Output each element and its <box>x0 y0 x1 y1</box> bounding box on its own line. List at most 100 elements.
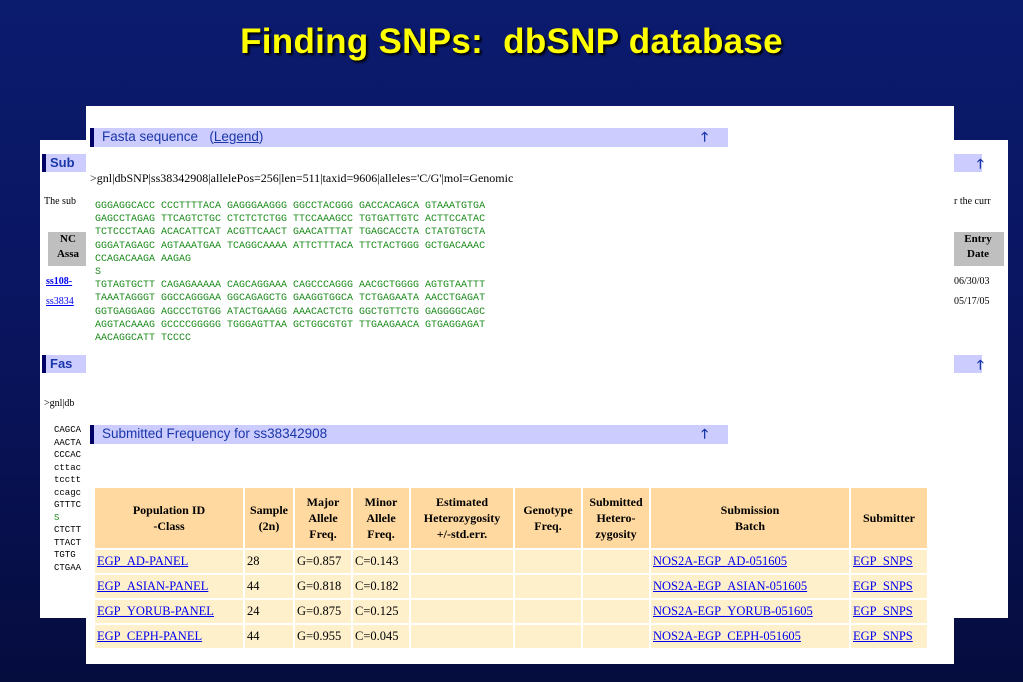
minor-allele-cell: C=0.045 <box>353 625 409 648</box>
sample-cell: 44 <box>245 625 293 648</box>
submitter-link[interactable]: EGP_SNPS <box>853 604 913 618</box>
back-row-link[interactable]: ss108- <box>46 276 72 287</box>
arrow-up-icon[interactable]: 🡑 <box>701 128 708 150</box>
population-link[interactable]: EGP_CEPH-PANEL <box>97 629 202 643</box>
arrow-up-icon[interactable]: 🡑 <box>977 155 984 177</box>
snp-allele-marker: S <box>95 267 102 279</box>
genotype-cell <box>515 625 581 648</box>
submitter-link[interactable]: EGP_SNPS <box>853 579 913 593</box>
back-description-start: The sub <box>44 196 76 207</box>
fasta-header-line: >gnl|dbSNP|ss38342908|allelePos=256|len=… <box>90 171 514 185</box>
population-link[interactable]: EGP_ASIAN-PANEL <box>97 579 208 593</box>
arrow-up-icon[interactable]: 🡑 <box>977 356 984 378</box>
back-fasta-header: >gnl|db <box>44 398 75 409</box>
population-cell[interactable]: EGP_ASIAN-PANEL <box>95 575 243 598</box>
het-cell <box>411 600 513 623</box>
submitted-het-cell <box>583 550 649 573</box>
sequence-line: TCTCCCTAAG ACACATTCAT ACGTTCAACT GAACATT… <box>95 227 486 239</box>
back-row-link[interactable]: ss3834 <box>46 296 74 307</box>
sample-cell: 24 <box>245 600 293 623</box>
population-cell[interactable]: EGP_AD-PANEL <box>95 550 243 573</box>
genotype-cell <box>515 550 581 573</box>
het-cell <box>411 550 513 573</box>
submitter-cell[interactable]: EGP_SNPS <box>851 575 927 598</box>
submitter-cell[interactable]: EGP_SNPS <box>851 625 927 648</box>
sequence-line: GGGATAGAGC AGTAAATGAA TCAGGCAAAA ATTCTTT… <box>95 240 486 252</box>
fasta-sequence: GGGAGGCACC CCCTTTTACA GAGGGAAGGG GGCCTAC… <box>95 200 485 345</box>
submitter-cell[interactable]: EGP_SNPS <box>851 600 927 623</box>
batch-link[interactable]: NOS2A-EGP_AD-051605 <box>653 554 787 568</box>
sample-cell: 28 <box>245 550 293 573</box>
submitter-link[interactable]: EGP_SNPS <box>853 629 913 643</box>
table-row: EGP_AD-PANEL 28 G=0.857 C=0.143 NOS2A-EG… <box>95 550 927 573</box>
batch-cell[interactable]: NOS2A-EGP_ASIAN-051605 <box>651 575 849 598</box>
col-header-major-allele: Major Allele Freq. <box>295 488 351 548</box>
sequence-line: AACAGGCATT TCCCC <box>95 333 192 345</box>
frequency-section-bar: Submitted Frequency for ss38342908 🡑 <box>90 425 728 444</box>
minor-allele-cell: C=0.143 <box>353 550 409 573</box>
slide-title: Finding SNPs: dbSNP database <box>240 22 783 61</box>
major-allele-cell: G=0.818 <box>295 575 351 598</box>
major-allele-cell: G=0.955 <box>295 625 351 648</box>
submitted-het-cell <box>583 600 649 623</box>
batch-link[interactable]: NOS2A-EGP_CEPH-051605 <box>653 629 801 643</box>
batch-cell[interactable]: NOS2A-EGP_CEPH-051605 <box>651 625 849 648</box>
population-cell[interactable]: EGP_CEPH-PANEL <box>95 625 243 648</box>
sequence-line: TAAATAGGGT GGCCAGGGAA GGCAGAGCTG GAAGGTG… <box>95 293 486 305</box>
col-header-population: Population ID -Class <box>95 488 243 548</box>
table-row: EGP_ASIAN-PANEL 44 G=0.818 C=0.182 NOS2A… <box>95 575 927 598</box>
het-cell <box>411 625 513 648</box>
col-header-sample: Sample (2n) <box>245 488 293 548</box>
frequency-section-title: Submitted Frequency for ss38342908 <box>102 426 328 441</box>
sequence-line: CCAGACAAGA AAGAG <box>95 253 192 265</box>
genotype-cell <box>515 575 581 598</box>
table-row: EGP_YORUB-PANEL 24 G=0.875 C=0.125 NOS2A… <box>95 600 927 623</box>
col-header-minor-allele: Minor Allele Freq. <box>353 488 409 548</box>
population-link[interactable]: EGP_YORUB-PANEL <box>97 604 214 618</box>
sequence-line: GGGAGGCACC CCCTTTTACA GAGGGAAGGG GGCCTAC… <box>95 201 486 212</box>
arrow-up-icon[interactable]: 🡑 <box>701 425 708 447</box>
sample-cell: 44 <box>245 575 293 598</box>
front-page-window: Fasta sequence (Legend) 🡑 >gnl|dbSNP|ss3… <box>86 106 954 664</box>
sequence-line: AGGTACAAAG GCCCCGGGGG TGGGAGTTAA GCTGGCG… <box>95 319 486 331</box>
batch-cell[interactable]: NOS2A-EGP_YORUB-051605 <box>651 600 849 623</box>
col-header-heterozygosity: Estimated Heterozygosity +/-std.err. <box>411 488 513 548</box>
batch-link[interactable]: NOS2A-EGP_ASIAN-051605 <box>653 579 807 593</box>
col-header-genotype: Genotype Freq. <box>515 488 581 548</box>
fasta-section-title: Fasta sequence (Legend) <box>102 129 264 144</box>
back-section-marker <box>42 154 46 172</box>
fasta-section-bar: Fasta sequence (Legend) 🡑 <box>90 128 728 147</box>
submitter-cell[interactable]: EGP_SNPS <box>851 550 927 573</box>
col-header-submitted-het: Submitted Hetero-zygosity <box>583 488 649 548</box>
back-section-title: Sub <box>50 155 75 170</box>
het-cell <box>411 575 513 598</box>
back-sequence-fragment: CAGCA AACTA CCCAC cttac tcctt ccagc GTTTC S CTCT… <box>54 425 82 573</box>
sequence-line: TGTAGTGCTT CAGAGAAAAA CAGCAGGAAA CAGCCCA… <box>95 280 486 292</box>
sequence-line: GAGCCTAGAG TTCAGTCTGC CTCTCTCTGG TTCCAAA… <box>95 214 486 226</box>
legend-link[interactable]: Legend <box>214 129 259 144</box>
genotype-cell <box>515 600 581 623</box>
major-allele-cell: G=0.875 <box>295 600 351 623</box>
batch-cell[interactable]: NOS2A-EGP_AD-051605 <box>651 550 849 573</box>
minor-allele-cell: C=0.182 <box>353 575 409 598</box>
frequency-table: Population ID -Class Sample (2n) Major Alle… <box>93 486 929 650</box>
submitted-het-cell <box>583 575 649 598</box>
sequence-line: GGTGAGGAGG AGCCCTGTGG ATACTGAAGG AAACACT… <box>95 306 486 318</box>
major-allele-cell: G=0.857 <box>295 550 351 573</box>
back-description-end: r the curr <box>954 196 991 207</box>
table-row: EGP_CEPH-PANEL 44 G=0.955 C=0.045 NOS2A-… <box>95 625 927 648</box>
back-section-title: Fas <box>50 356 73 371</box>
col-header-submitter: Submitter <box>851 488 927 548</box>
minor-allele-cell: C=0.125 <box>353 600 409 623</box>
back-col-header-right: Entry Date <box>952 232 1004 266</box>
submitted-het-cell <box>583 625 649 648</box>
back-col-header-left: NC Assa <box>48 232 88 266</box>
batch-link[interactable]: NOS2A-EGP_YORUB-051605 <box>653 604 813 618</box>
col-header-batch: Submission Batch <box>651 488 849 548</box>
population-cell[interactable]: EGP_YORUB-PANEL <box>95 600 243 623</box>
back-row-date: 05/17/05 <box>954 296 990 307</box>
back-section-marker <box>42 355 46 373</box>
submitter-link[interactable]: EGP_SNPS <box>853 554 913 568</box>
back-row-date: 06/30/03 <box>954 276 990 287</box>
population-link[interactable]: EGP_AD-PANEL <box>97 554 188 568</box>
